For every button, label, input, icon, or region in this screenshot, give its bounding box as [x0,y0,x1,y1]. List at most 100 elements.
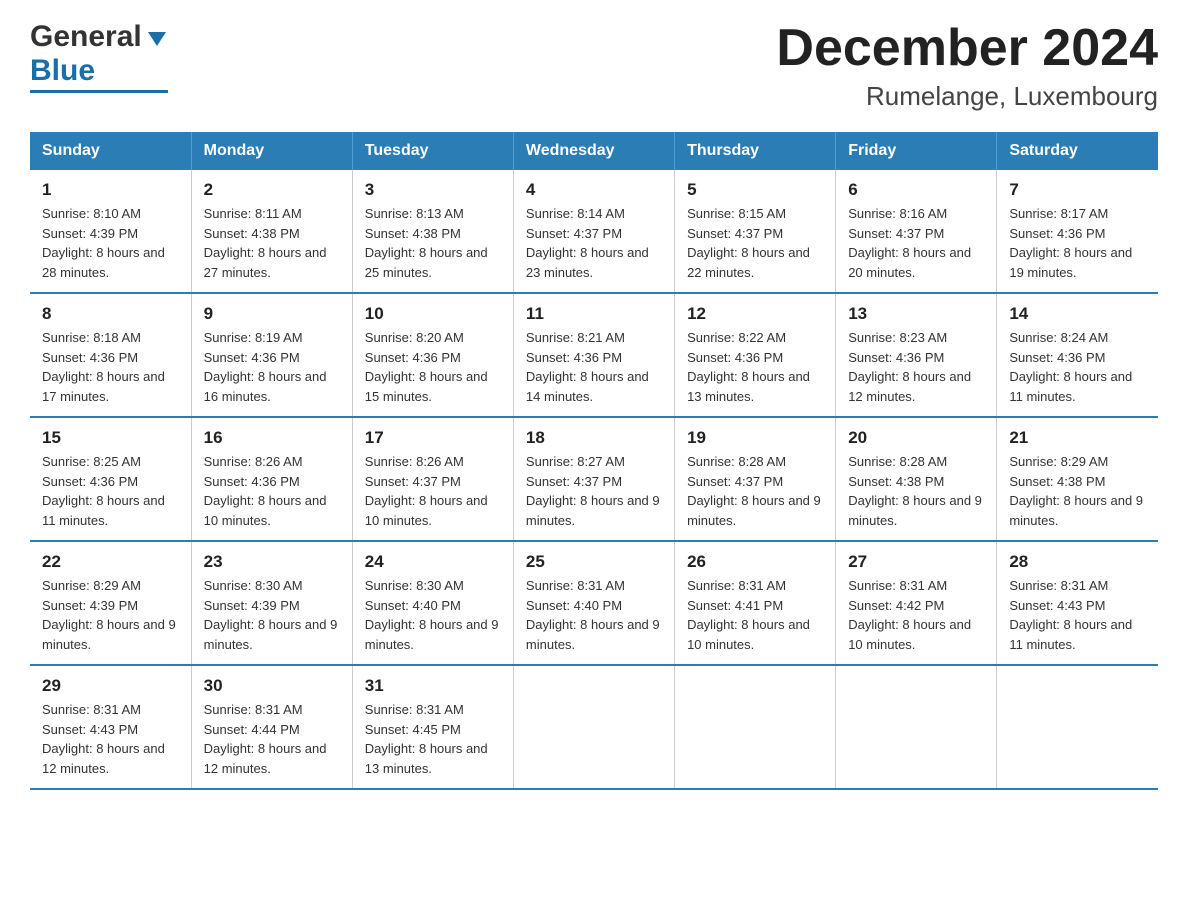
day-number: 31 [365,676,501,696]
day-info: Sunrise: 8:17 AMSunset: 4:36 PMDaylight:… [1009,204,1146,282]
day-number: 6 [848,180,984,200]
day-number: 3 [365,180,501,200]
day-number: 14 [1009,304,1146,324]
weekday-header-sunday: Sunday [30,132,191,170]
calendar-cell [513,665,674,789]
calendar-cell: 25 Sunrise: 8:31 AMSunset: 4:40 PMDayligh… [513,541,674,665]
day-number: 11 [526,304,662,324]
weekday-header-friday: Friday [836,132,997,170]
calendar-cell: 28 Sunrise: 8:31 AMSunset: 4:43 PMDayligh… [997,541,1158,665]
day-number: 1 [42,180,179,200]
calendar-cell: 15Sunrise: 8:25 AMSunset: 4:36 PMDayligh… [30,417,191,541]
weekday-header-saturday: Saturday [997,132,1158,170]
day-info: Sunrise: 8:31 AMSunset: 4:43 PMDaylight:… [1009,576,1146,654]
calendar-cell: 6Sunrise: 8:16 AMSunset: 4:37 PMDaylight… [836,170,997,293]
day-number: 28 [1009,552,1146,572]
day-info: Sunrise: 8:11 AMSunset: 4:38 PMDaylight:… [204,204,340,282]
calendar-header-row: SundayMondayTuesdayWednesdayThursdayFrid… [30,132,1158,170]
day-info: Sunrise: 8:29 AMSunset: 4:38 PMDaylight:… [1009,452,1146,530]
calendar-cell: 3 Sunrise: 8:13 AMSunset: 4:38 PMDaylight… [352,170,513,293]
calendar-week-row: 1 Sunrise: 8:10 AMSunset: 4:39 PMDaylight… [30,170,1158,293]
day-info: Sunrise: 8:30 AMSunset: 4:39 PMDaylight:… [204,576,340,654]
day-number: 24 [365,552,501,572]
day-info: Sunrise: 8:31 AMSunset: 4:42 PMDaylight:… [848,576,984,654]
day-number: 19 [687,428,823,448]
day-info: Sunrise: 8:27 AMSunset: 4:37 PMDaylight:… [526,452,662,530]
day-info: Sunrise: 8:15 AMSunset: 4:37 PMDaylight:… [687,204,823,282]
logo-general-text: General [30,20,142,54]
day-info: Sunrise: 8:23 AMSunset: 4:36 PMDaylight:… [848,328,984,406]
day-info: Sunrise: 8:24 AMSunset: 4:36 PMDaylight:… [1009,328,1146,406]
calendar-cell: 22 Sunrise: 8:29 AMSunset: 4:39 PMDayligh… [30,541,191,665]
calendar-cell: 20Sunrise: 8:28 AMSunset: 4:38 PMDayligh… [836,417,997,541]
day-info: Sunrise: 8:19 AMSunset: 4:36 PMDaylight:… [204,328,340,406]
day-number: 25 [526,552,662,572]
weekday-header-tuesday: Tuesday [352,132,513,170]
day-info: Sunrise: 8:31 AMSunset: 4:41 PMDaylight:… [687,576,823,654]
day-info: Sunrise: 8:31 AMSunset: 4:45 PMDaylight:… [365,700,501,778]
day-info: Sunrise: 8:26 AMSunset: 4:36 PMDaylight:… [204,452,340,530]
calendar-cell: 19 Sunrise: 8:28 AMSunset: 4:37 PMDayligh… [675,417,836,541]
calendar-week-row: 15Sunrise: 8:25 AMSunset: 4:36 PMDayligh… [30,417,1158,541]
day-number: 2 [204,180,340,200]
day-number: 23 [204,552,340,572]
calendar-cell: 1 Sunrise: 8:10 AMSunset: 4:39 PMDaylight… [30,170,191,293]
calendar-cell: 21 Sunrise: 8:29 AMSunset: 4:38 PMDayligh… [997,417,1158,541]
calendar-cell: 17 Sunrise: 8:26 AMSunset: 4:37 PMDayligh… [352,417,513,541]
calendar-cell: 11Sunrise: 8:21 AMSunset: 4:36 PMDayligh… [513,293,674,417]
calendar-cell: 29 Sunrise: 8:31 AMSunset: 4:43 PMDayligh… [30,665,191,789]
day-number: 17 [365,428,501,448]
day-info: Sunrise: 8:22 AMSunset: 4:36 PMDaylight:… [687,328,823,406]
calendar-week-row: 22 Sunrise: 8:29 AMSunset: 4:39 PMDayligh… [30,541,1158,665]
day-number: 27 [848,552,984,572]
day-number: 8 [42,304,179,324]
calendar-cell: 26 Sunrise: 8:31 AMSunset: 4:41 PMDayligh… [675,541,836,665]
day-info: Sunrise: 8:31 AMSunset: 4:43 PMDaylight:… [42,700,179,778]
weekday-header-wednesday: Wednesday [513,132,674,170]
logo: General Blue [30,20,168,93]
calendar-cell: 8Sunrise: 8:18 AMSunset: 4:36 PMDaylight… [30,293,191,417]
calendar-cell: 9Sunrise: 8:19 AMSunset: 4:36 PMDaylight… [191,293,352,417]
day-number: 21 [1009,428,1146,448]
page-subtitle: Rumelange, Luxembourg [776,81,1158,112]
day-info: Sunrise: 8:31 AMSunset: 4:44 PMDaylight:… [204,700,340,778]
calendar-cell: 14 Sunrise: 8:24 AMSunset: 4:36 PMDayligh… [997,293,1158,417]
day-info: Sunrise: 8:28 AMSunset: 4:37 PMDaylight:… [687,452,823,530]
logo-underline [30,90,168,93]
day-number: 18 [526,428,662,448]
day-info: Sunrise: 8:10 AMSunset: 4:39 PMDaylight:… [42,204,179,282]
title-block: December 2024 Rumelange, Luxembourg [776,20,1158,112]
calendar-cell: 23 Sunrise: 8:30 AMSunset: 4:39 PMDayligh… [191,541,352,665]
weekday-header-monday: Monday [191,132,352,170]
calendar-cell [997,665,1158,789]
calendar-cell: 13Sunrise: 8:23 AMSunset: 4:36 PMDayligh… [836,293,997,417]
day-info: Sunrise: 8:13 AMSunset: 4:38 PMDaylight:… [365,204,501,282]
day-number: 16 [204,428,340,448]
day-number: 29 [42,676,179,696]
day-number: 30 [204,676,340,696]
day-number: 7 [1009,180,1146,200]
calendar-week-row: 29 Sunrise: 8:31 AMSunset: 4:43 PMDayligh… [30,665,1158,789]
day-info: Sunrise: 8:29 AMSunset: 4:39 PMDaylight:… [42,576,179,654]
calendar-cell: 16 Sunrise: 8:26 AMSunset: 4:36 PMDayligh… [191,417,352,541]
calendar-week-row: 8Sunrise: 8:18 AMSunset: 4:36 PMDaylight… [30,293,1158,417]
page-title: December 2024 [776,20,1158,77]
calendar-cell: 31 Sunrise: 8:31 AMSunset: 4:45 PMDayligh… [352,665,513,789]
day-info: Sunrise: 8:26 AMSunset: 4:37 PMDaylight:… [365,452,501,530]
calendar-cell [675,665,836,789]
day-info: Sunrise: 8:30 AMSunset: 4:40 PMDaylight:… [365,576,501,654]
day-number: 26 [687,552,823,572]
day-number: 12 [687,304,823,324]
day-number: 22 [42,552,179,572]
page-header: General Blue December 2024 Rumelange, Lu… [30,20,1158,112]
weekday-header-thursday: Thursday [675,132,836,170]
logo-arrow-icon [146,28,168,50]
calendar-cell: 4Sunrise: 8:14 AMSunset: 4:37 PMDaylight… [513,170,674,293]
day-info: Sunrise: 8:20 AMSunset: 4:36 PMDaylight:… [365,328,501,406]
day-number: 10 [365,304,501,324]
day-number: 20 [848,428,984,448]
day-info: Sunrise: 8:31 AMSunset: 4:40 PMDaylight:… [526,576,662,654]
calendar-cell: 27 Sunrise: 8:31 AMSunset: 4:42 PMDayligh… [836,541,997,665]
day-info: Sunrise: 8:25 AMSunset: 4:36 PMDaylight:… [42,452,179,530]
calendar-table: SundayMondayTuesdayWednesdayThursdayFrid… [30,132,1158,790]
